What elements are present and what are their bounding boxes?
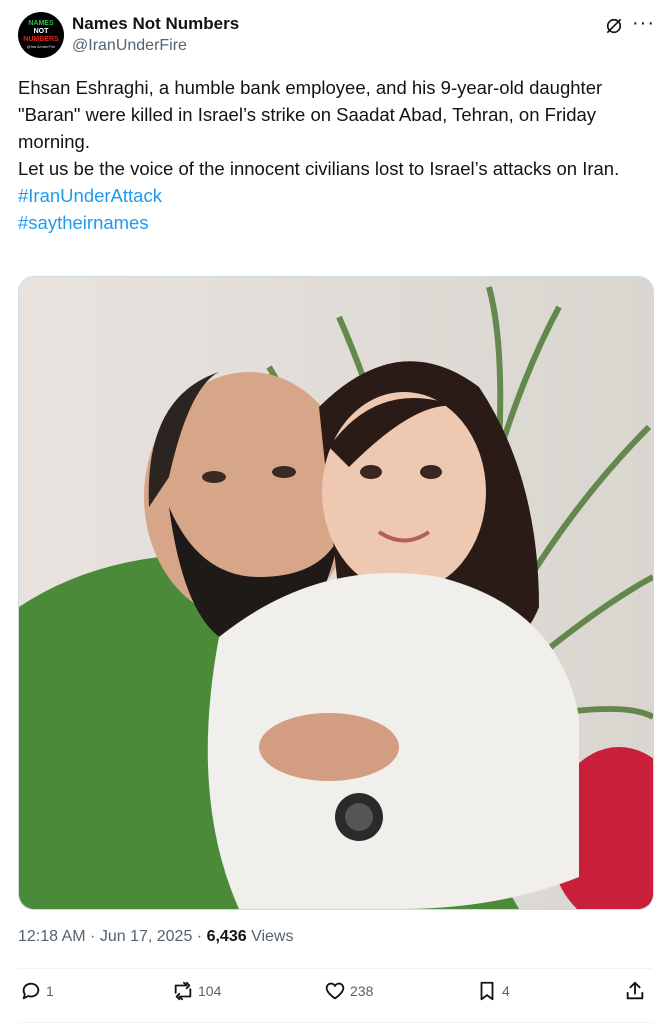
post-date[interactable]: Jun 17, 2025 [100,928,193,945]
avatar[interactable]: NAMES NOT NUMBERS @IranUnderFire [18,12,64,58]
repost-icon [174,981,192,1001]
post-photo[interactable] [18,276,654,910]
repost-button[interactable]: 104 [172,980,221,1002]
avatar-line-4: @IranUnderFire [26,44,56,49]
views-count: 6,436 [206,928,247,945]
bookmark-icon [480,981,494,1001]
repost-count: 104 [198,983,222,999]
author-handle[interactable]: @IranUnderFire [72,37,187,55]
share-button[interactable] [624,980,650,1002]
photo-illustration [19,277,653,909]
meta-separator: · [192,928,207,945]
more-icon[interactable]: ··· [632,12,655,35]
divider [18,968,652,969]
hashtag-link[interactable]: #saytheirnames [18,212,149,233]
post-text-line-2: Let us be the voice of the innocent civi… [18,158,620,179]
bookmark-count: 4 [502,983,510,999]
bookmark-button[interactable]: 4 [476,980,510,1002]
avatar-line-3: NUMBERS [23,36,59,43]
hashtag-link[interactable]: #IranUnderAttack [18,185,162,206]
like-count: 238 [350,983,374,999]
like-icon [325,982,345,1000]
share-icon [626,981,644,1000]
avatar-line-1: NAMES [28,20,54,27]
author-name[interactable]: Names Not Numbers [72,14,239,34]
reply-count: 1 [46,983,54,999]
post-time[interactable]: 12:18 AM [18,928,86,945]
avatar-line-2: NOT [33,28,49,35]
views-label: Views [251,928,294,945]
reply-button[interactable]: 1 [20,980,54,1002]
divider [18,1022,652,1023]
grok-icon[interactable] [604,16,624,36]
reply-icon [22,982,40,1000]
post-text-line-1: Ehsan Eshraghi, a humble bank employee, … [18,77,603,152]
post-header: NAMES NOT NUMBERS @IranUnderFire Names N… [18,12,658,64]
like-button[interactable]: 238 [324,980,373,1002]
post-meta: 12:18 AM · Jun 17, 2025 · 6,436 Views [18,928,293,946]
action-bar: 1 104 238 4 [18,980,652,1014]
meta-separator: · [85,928,100,945]
post-text: Ehsan Eshraghi, a humble bank employee, … [18,74,648,236]
